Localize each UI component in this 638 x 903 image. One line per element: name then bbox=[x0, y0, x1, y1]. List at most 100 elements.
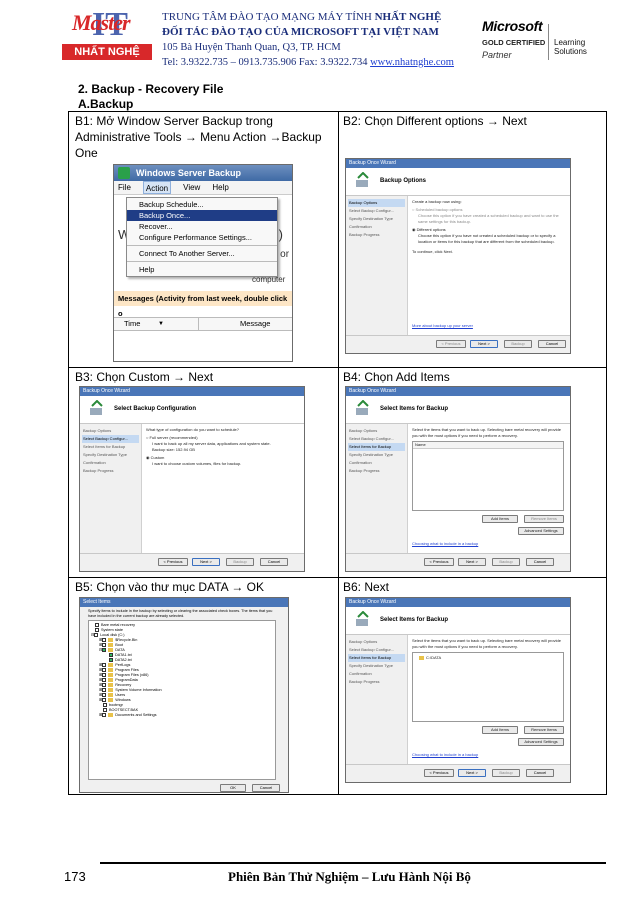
tree-item[interactable]: DATA1.txt bbox=[115, 653, 132, 657]
radio-scheduled[interactable]: Scheduled backup options bbox=[416, 207, 463, 212]
nav-step: Select Items for Backup bbox=[83, 444, 126, 449]
next-button[interactable]: Next > bbox=[192, 558, 220, 566]
column-time[interactable]: Time bbox=[124, 318, 140, 330]
logo-small-text: Master bbox=[72, 10, 131, 35]
option-prompt: Create a backup now using: bbox=[412, 199, 462, 204]
tree-item[interactable]: Local disk (C:) bbox=[100, 633, 124, 637]
remove-items-button[interactable]: Remove Items bbox=[524, 726, 564, 734]
backup-app-icon bbox=[118, 167, 130, 179]
tree-item[interactable]: Users bbox=[115, 693, 125, 697]
cancel-button[interactable]: Cancel bbox=[526, 769, 554, 777]
table-divider-vertical bbox=[338, 112, 339, 794]
nav-step: Backup Options bbox=[349, 428, 378, 433]
tree-item[interactable]: DATA2.txt bbox=[115, 658, 132, 662]
tree-item[interactable]: Bare metal recovery bbox=[101, 623, 135, 627]
tree-item[interactable]: Recovery bbox=[115, 683, 131, 687]
nav-step: Specify Destination Type bbox=[83, 452, 127, 457]
menu-item-recover[interactable]: Recover... bbox=[127, 221, 277, 232]
remove-items-button[interactable]: Remove Items bbox=[524, 515, 564, 523]
tree-item[interactable]: System state bbox=[101, 628, 123, 632]
tree-item[interactable]: System Volume Information bbox=[115, 688, 161, 692]
choosing-link[interactable]: Choosing what to include in a backup bbox=[412, 752, 478, 758]
wizard-nav: Backup Options Select Backup Configur...… bbox=[80, 424, 142, 553]
nav-step: Select Backup Configur... bbox=[82, 435, 139, 443]
help-link[interactable]: More about backup up your server bbox=[412, 323, 473, 329]
backup-wizard-icon bbox=[356, 611, 369, 626]
dialog-intro: Specify items to include in the backup b… bbox=[88, 609, 273, 618]
backup-button[interactable]: Backup bbox=[492, 769, 520, 777]
step-b1-caption: B1: Mở Window Server Backup trong Admini… bbox=[75, 114, 322, 160]
previous-button[interactable]: < Previous bbox=[424, 769, 454, 777]
cancel-button[interactable]: Cancel bbox=[526, 558, 554, 566]
backup-button[interactable]: Backup bbox=[504, 340, 532, 348]
previous-button[interactable]: < Previous bbox=[424, 558, 454, 566]
menu-file[interactable]: File bbox=[118, 181, 131, 194]
previous-button[interactable]: < Previous bbox=[436, 340, 466, 348]
menu-item-backup-once[interactable]: Backup Once... bbox=[127, 210, 277, 221]
screenshot-b1: Windows Server Backup File Action View H… bbox=[113, 164, 293, 362]
screenshot-b4: Backup Once Wizard Select Items for Back… bbox=[345, 386, 571, 572]
items-list[interactable]: C:\DATA bbox=[412, 652, 564, 722]
menu-action[interactable]: Action bbox=[142, 181, 172, 194]
items-tree[interactable]: Bare metal recovery System state ⊟ Local … bbox=[88, 620, 276, 780]
step-b3-caption: B3: Chọn Custom → Next bbox=[75, 370, 214, 384]
continue-text: To continue, click Next. bbox=[412, 249, 453, 254]
advanced-settings-button[interactable]: Advanced Settings bbox=[518, 527, 564, 535]
ok-button[interactable]: OK bbox=[220, 784, 246, 792]
nav-step: Backup Progress bbox=[83, 468, 114, 473]
menu-item-connect-server[interactable]: Connect To Another Server... bbox=[127, 248, 277, 259]
screenshot-b2: Backup Once Wizard Backup Options Backup… bbox=[345, 158, 571, 354]
radio-different-options[interactable]: Different options bbox=[417, 227, 446, 232]
next-button[interactable]: Next > bbox=[458, 558, 486, 566]
cancel-button[interactable]: Cancel bbox=[252, 784, 280, 792]
menu-item-backup-schedule[interactable]: Backup Schedule... bbox=[127, 199, 277, 210]
org-phone: Tel: 3.9322.735 – 0913.735.906 Fax: 3.93… bbox=[162, 57, 371, 68]
radio-custom[interactable]: Custom bbox=[151, 455, 165, 460]
tree-item[interactable]: ProgramData bbox=[115, 678, 138, 682]
item-data-folder[interactable]: C:\DATA bbox=[426, 655, 441, 660]
tree-item-data[interactable]: DATA bbox=[115, 648, 125, 652]
tree-item[interactable]: BOOTSECT.BAK bbox=[109, 708, 138, 712]
folder-icon bbox=[419, 655, 424, 660]
logo-divider bbox=[548, 24, 549, 60]
column-message[interactable]: Message bbox=[240, 318, 270, 330]
tree-item[interactable]: Windows bbox=[115, 698, 130, 702]
nav-step: Select Backup Configur... bbox=[349, 208, 394, 213]
radio-full-server[interactable]: Full server (recommended) bbox=[150, 435, 198, 440]
menu-help[interactable]: Help bbox=[212, 181, 228, 194]
backup-button[interactable]: Backup bbox=[226, 558, 254, 566]
tree-item[interactable]: PerfLogs bbox=[115, 663, 130, 667]
menu-view[interactable]: View bbox=[183, 181, 200, 194]
choosing-link[interactable]: Choosing what to include in a backup bbox=[412, 541, 478, 547]
advanced-settings-button[interactable]: Advanced Settings bbox=[518, 738, 564, 746]
page-header: IT Master NHẤT NGHỆ TRUNG TÂM ĐÀO TẠO MẠ… bbox=[62, 6, 610, 76]
wizard-nav: Backup Options Select Backup Configur...… bbox=[346, 424, 408, 553]
menu-separator bbox=[127, 245, 277, 246]
items-list[interactable]: Name bbox=[412, 441, 564, 511]
tree-item[interactable]: Program Files (x86) bbox=[115, 673, 148, 677]
tree-item[interactable]: $Recycle.Bin bbox=[115, 638, 137, 642]
tree-item[interactable]: Documents and Settings bbox=[115, 713, 156, 717]
backup-button[interactable]: Backup bbox=[492, 558, 520, 566]
previous-button[interactable]: < Previous bbox=[158, 558, 188, 566]
add-items-button[interactable]: Add Items bbox=[482, 726, 518, 734]
sort-arrow-icon: ▼ bbox=[158, 321, 164, 327]
steps-table: B1: Mở Window Server Backup trong Admini… bbox=[68, 111, 607, 795]
step-b4-caption: B4: Chọn Add Items bbox=[343, 370, 450, 384]
tree-item[interactable]: Program Files bbox=[115, 668, 139, 672]
tree-item[interactable]: bootmgr bbox=[109, 703, 123, 707]
next-button[interactable]: Next > bbox=[458, 769, 486, 777]
nav-step: Confirmation bbox=[349, 224, 372, 229]
tree-item[interactable]: Boot bbox=[115, 643, 123, 647]
menu-item-configure-performance[interactable]: Configure Performance Settings... bbox=[127, 232, 277, 243]
org-url-link[interactable]: www.nhatnghe.com bbox=[370, 57, 454, 68]
items-column-name[interactable]: Name bbox=[413, 442, 563, 449]
add-items-button[interactable]: Add Items bbox=[482, 515, 518, 523]
cancel-button[interactable]: Cancel bbox=[538, 340, 566, 348]
next-button[interactable]: Next > bbox=[470, 340, 498, 348]
nav-step: Specify Destination Type bbox=[349, 663, 393, 668]
cancel-button[interactable]: Cancel bbox=[260, 558, 288, 566]
org-address: 105 Bà Huyện Thanh Quan, Q3, TP. HCM bbox=[162, 42, 341, 53]
wizard-heading: Select Backup Configuration bbox=[114, 406, 197, 412]
menu-item-help[interactable]: Help bbox=[127, 264, 277, 275]
